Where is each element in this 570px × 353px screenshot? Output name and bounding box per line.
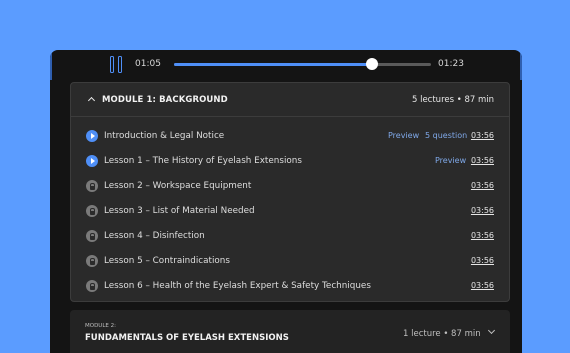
progress-slider[interactable] [174,58,431,70]
pause-button[interactable] [110,56,123,73]
lecture-duration: 03:56 [470,231,494,240]
chevron-up-icon[interactable] [87,96,96,105]
course-player-window: 01:05 01:23 MODULE 1: BACKGROUND 5 lectu… [50,50,522,353]
lecture-item[interactable]: Lesson 4 – Disinfection 03:56 [71,224,509,249]
lock-icon [86,255,98,267]
lecture-duration: 03:56 [470,256,494,265]
video-player-controls: 01:05 01:23 [50,50,522,82]
lecture-item[interactable]: Lesson 6 – Health of the Eyelash Expert … [71,274,509,299]
lecture-item[interactable]: Lesson 2 – Workspace Equipment 03:56 [71,174,509,199]
lecture-title: Lesson 2 – Workspace Equipment [104,181,252,191]
preview-link[interactable]: Preview [435,156,466,165]
progress-fill [174,63,372,66]
lock-icon [86,280,98,292]
module-1-meta: 5 lectures • 87 min [411,95,494,105]
module-2-kicker: MODULE 2: [85,323,116,329]
lecture-item[interactable]: Lesson 1 – The History of Eyelash Extens… [71,149,509,174]
lecture-title: Lesson 1 – The History of Eyelash Extens… [104,156,302,166]
lecture-duration: 03:56 [470,156,494,165]
pause-icon [110,56,114,73]
lecture-duration: 03:56 [470,206,494,215]
module-1-title: MODULE 1: BACKGROUND [102,95,228,105]
total-duration: 01:23 [438,59,464,69]
lecture-title: Lesson 6 – Health of the Eyelash Expert … [104,281,371,291]
lecture-item[interactable]: Lesson 5 – Contraindications 03:56 [71,249,509,274]
play-icon[interactable] [86,155,98,167]
lock-icon [86,205,98,217]
lecture-duration: 03:56 [470,181,494,190]
lecture-title: Lesson 5 – Contraindications [104,256,230,266]
question-link[interactable]: 5 question [425,131,467,140]
lecture-duration: 03:56 [470,281,494,290]
lecture-duration: 03:56 [470,131,494,140]
play-icon[interactable] [86,130,98,142]
module-2-meta: 1 lecture • 87 min [403,329,481,339]
module-1-header[interactable]: MODULE 1: BACKGROUND 5 lectures • 87 min [71,83,509,117]
lecture-title: Introduction & Legal Notice [104,131,225,141]
progress-thumb[interactable] [365,58,378,70]
lecture-item[interactable]: Lesson 3 – List of Material Needed 03:56 [71,199,509,224]
lock-icon [86,180,98,192]
module-2-panel[interactable]: MODULE 2: FUNDAMENTALS OF EYELASH EXTENS… [70,310,510,353]
chevron-down-icon[interactable] [487,326,496,335]
module-2-title: FUNDAMENTALS OF EYELASH EXTENSIONS [85,333,289,343]
lecture-title: Lesson 3 – List of Material Needed [104,206,255,216]
lecture-title: Lesson 4 – Disinfection [104,231,205,241]
preview-link[interactable]: Preview [388,131,419,140]
current-time: 01:05 [135,59,161,69]
lock-icon [86,230,98,242]
lecture-item[interactable]: Introduction & Legal Notice Preview 5 qu… [71,124,509,149]
module-1-panel: MODULE 1: BACKGROUND 5 lectures • 87 min… [70,82,510,302]
